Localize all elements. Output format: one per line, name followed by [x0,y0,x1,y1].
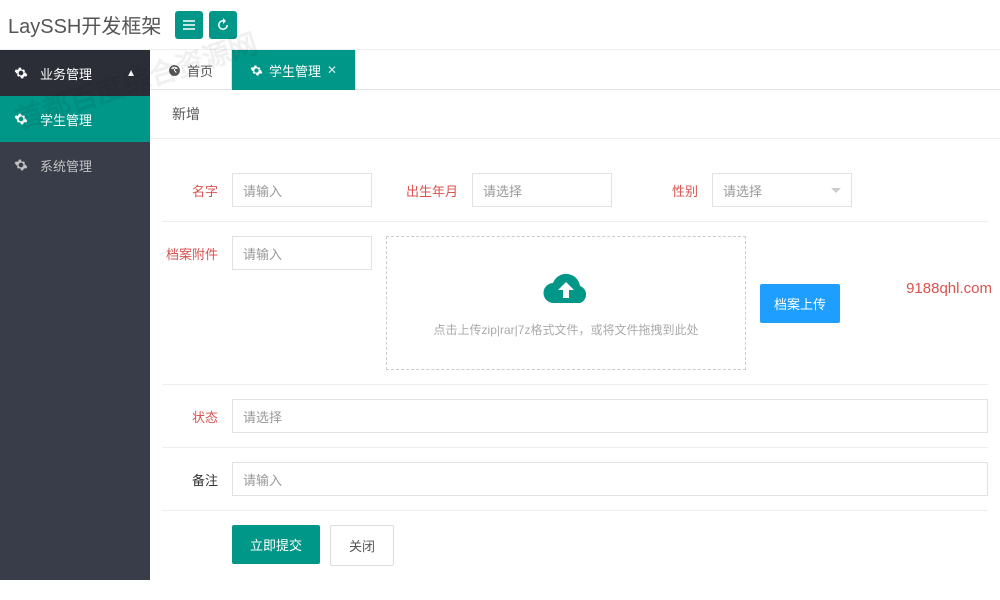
upload-hint: 点击上传zip|rar|7z格式文件，或将文件拖拽到此处 [434,321,699,338]
attachment-input[interactable]: 请输入 [232,236,372,270]
label-status: 状态 [162,399,232,426]
gears-icon [14,66,32,80]
menu-icon [182,18,196,32]
upload-dropzone[interactable]: 点击上传zip|rar|7z格式文件，或将文件拖拽到此处 [386,236,746,370]
label-remark: 备注 [162,462,232,489]
gears-icon [14,112,32,126]
form-row-basic: 名字 请输入 出生年月 请选择 性别 请选择 [162,159,988,222]
dashboard-icon [168,64,181,77]
sidebar-item-student[interactable]: 学生管理 [0,96,150,142]
tab-student[interactable]: 学生管理 ✕ [232,50,356,90]
cloud-upload-icon [542,268,590,311]
menu-toggle-button[interactable] [175,11,203,39]
upload-button[interactable]: 档案上传 [760,284,840,323]
gears-icon [14,158,32,172]
tab-home[interactable]: 首页 [150,50,232,90]
tab-label: 学生管理 [269,61,321,80]
label-attachment: 档案附件 [162,236,232,263]
form-title: 新增 [150,90,1000,139]
sidebar-item-label: 系统管理 [40,156,92,175]
gears-icon [250,64,263,77]
close-icon[interactable]: ✕ [327,63,337,77]
tab-bar: 首页 学生管理 ✕ [150,50,1000,90]
main-content: 首页 学生管理 ✕ 新增 名字 请输入 出生年月 请选择 性别 请选择 档案附件… [150,50,1000,580]
label-birth: 出生年月 [402,173,472,200]
sidebar-item-label: 学生管理 [40,110,92,129]
label-gender: 性别 [642,173,712,200]
gender-select[interactable]: 请选择 [712,173,852,207]
chevron-down-icon [831,188,841,193]
form-actions: 立即提交 关闭 [162,511,988,580]
form-row-status: 状态 请选择 [162,385,988,448]
sidebar: 业务管理 ▲ 学生管理 系统管理 [0,50,150,580]
label-name: 名字 [162,173,232,200]
status-select[interactable]: 请选择 [232,399,988,433]
form-body: 名字 请输入 出生年月 请选择 性别 请选择 档案附件 请输入 点击上传zip|… [150,139,1000,600]
sidebar-item-label: 业务管理 [40,64,92,83]
birth-picker[interactable]: 请选择 [472,173,612,207]
refresh-icon [216,18,230,32]
header: LaySSH开发框架 [0,0,1000,50]
name-input[interactable]: 请输入 [232,173,372,207]
sidebar-item-system[interactable]: 系统管理 [0,142,150,188]
refresh-button[interactable] [209,11,237,39]
chevron-up-icon: ▲ [126,68,136,79]
sidebar-item-business[interactable]: 业务管理 ▲ [0,50,150,96]
submit-button[interactable]: 立即提交 [232,525,320,564]
tab-label: 首页 [187,61,213,80]
remark-input[interactable]: 请输入 [232,462,988,496]
form-row-attachment: 档案附件 请输入 点击上传zip|rar|7z格式文件，或将文件拖拽到此处 档案… [162,222,988,385]
form-row-remark: 备注 请输入 [162,448,988,511]
close-button[interactable]: 关闭 [330,525,394,566]
upload-area: 点击上传zip|rar|7z格式文件，或将文件拖拽到此处 档案上传 [372,236,988,370]
app-logo: LaySSH开发框架 [8,10,175,39]
